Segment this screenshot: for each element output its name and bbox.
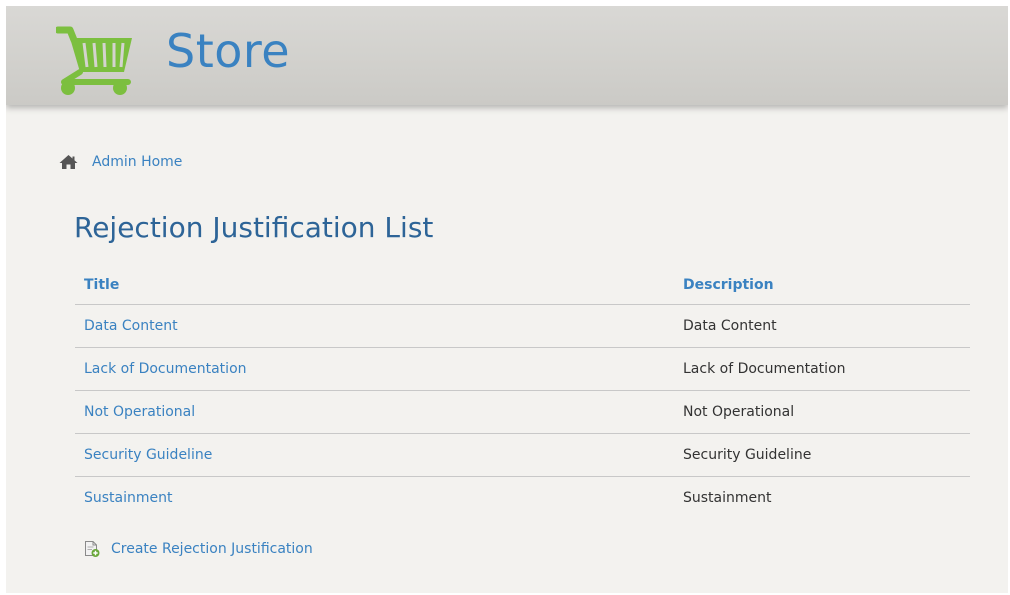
row-title-cell: Security Guideline: [75, 433, 674, 477]
table-row: Lack of Documentation Lack of Documentat…: [75, 347, 970, 391]
row-title-link[interactable]: Lack of Documentation: [84, 361, 247, 377]
home-icon: [59, 155, 78, 169]
row-title-cell: Not Operational: [75, 390, 674, 434]
row-title-link[interactable]: Sustainment: [84, 490, 173, 506]
shopping-cart-icon: [56, 26, 132, 95]
admin-home-link[interactable]: Admin Home: [92, 154, 182, 170]
row-title-cell: Sustainment: [75, 477, 674, 520]
row-description-cell: Lack of Documentation: [674, 347, 970, 391]
site-logo-text[interactable]: Store: [166, 28, 290, 74]
table-row: Data Content Data Content: [75, 304, 970, 348]
column-header-title[interactable]: Title: [75, 266, 674, 305]
table-row: Security Guideline Security Guideline: [75, 433, 970, 477]
table-row: Sustainment Sustainment: [75, 477, 970, 520]
site-header: Store: [6, 6, 1008, 105]
breadcrumb: Admin Home: [59, 153, 182, 171]
page-frame: Store Admin Home Rejection Justification…: [6, 6, 1008, 593]
create-action[interactable]: Create Rejection Justification: [84, 540, 313, 558]
row-description-cell: Data Content: [674, 304, 970, 348]
table-row: Not Operational Not Operational: [75, 390, 970, 434]
row-title-link[interactable]: Not Operational: [84, 404, 195, 420]
create-rejection-justification-link[interactable]: Create Rejection Justification: [111, 541, 313, 557]
column-header-description[interactable]: Description: [674, 266, 970, 305]
page-title: Rejection Justification List: [74, 211, 434, 244]
row-description-cell: Sustainment: [683, 490, 772, 506]
row-title-cell: Lack of Documentation: [75, 347, 674, 391]
table-header-row: Title Description: [75, 266, 970, 305]
rejection-justification-table: Title Description Data Content Data Cont…: [75, 266, 970, 519]
row-description-cell: Not Operational: [674, 390, 970, 434]
document-add-icon: [85, 541, 100, 557]
row-description-cell: Security Guideline: [674, 433, 970, 477]
row-title-cell: Data Content: [75, 304, 674, 348]
row-title-link[interactable]: Data Content: [84, 318, 178, 334]
row-title-link[interactable]: Security Guideline: [84, 447, 212, 463]
